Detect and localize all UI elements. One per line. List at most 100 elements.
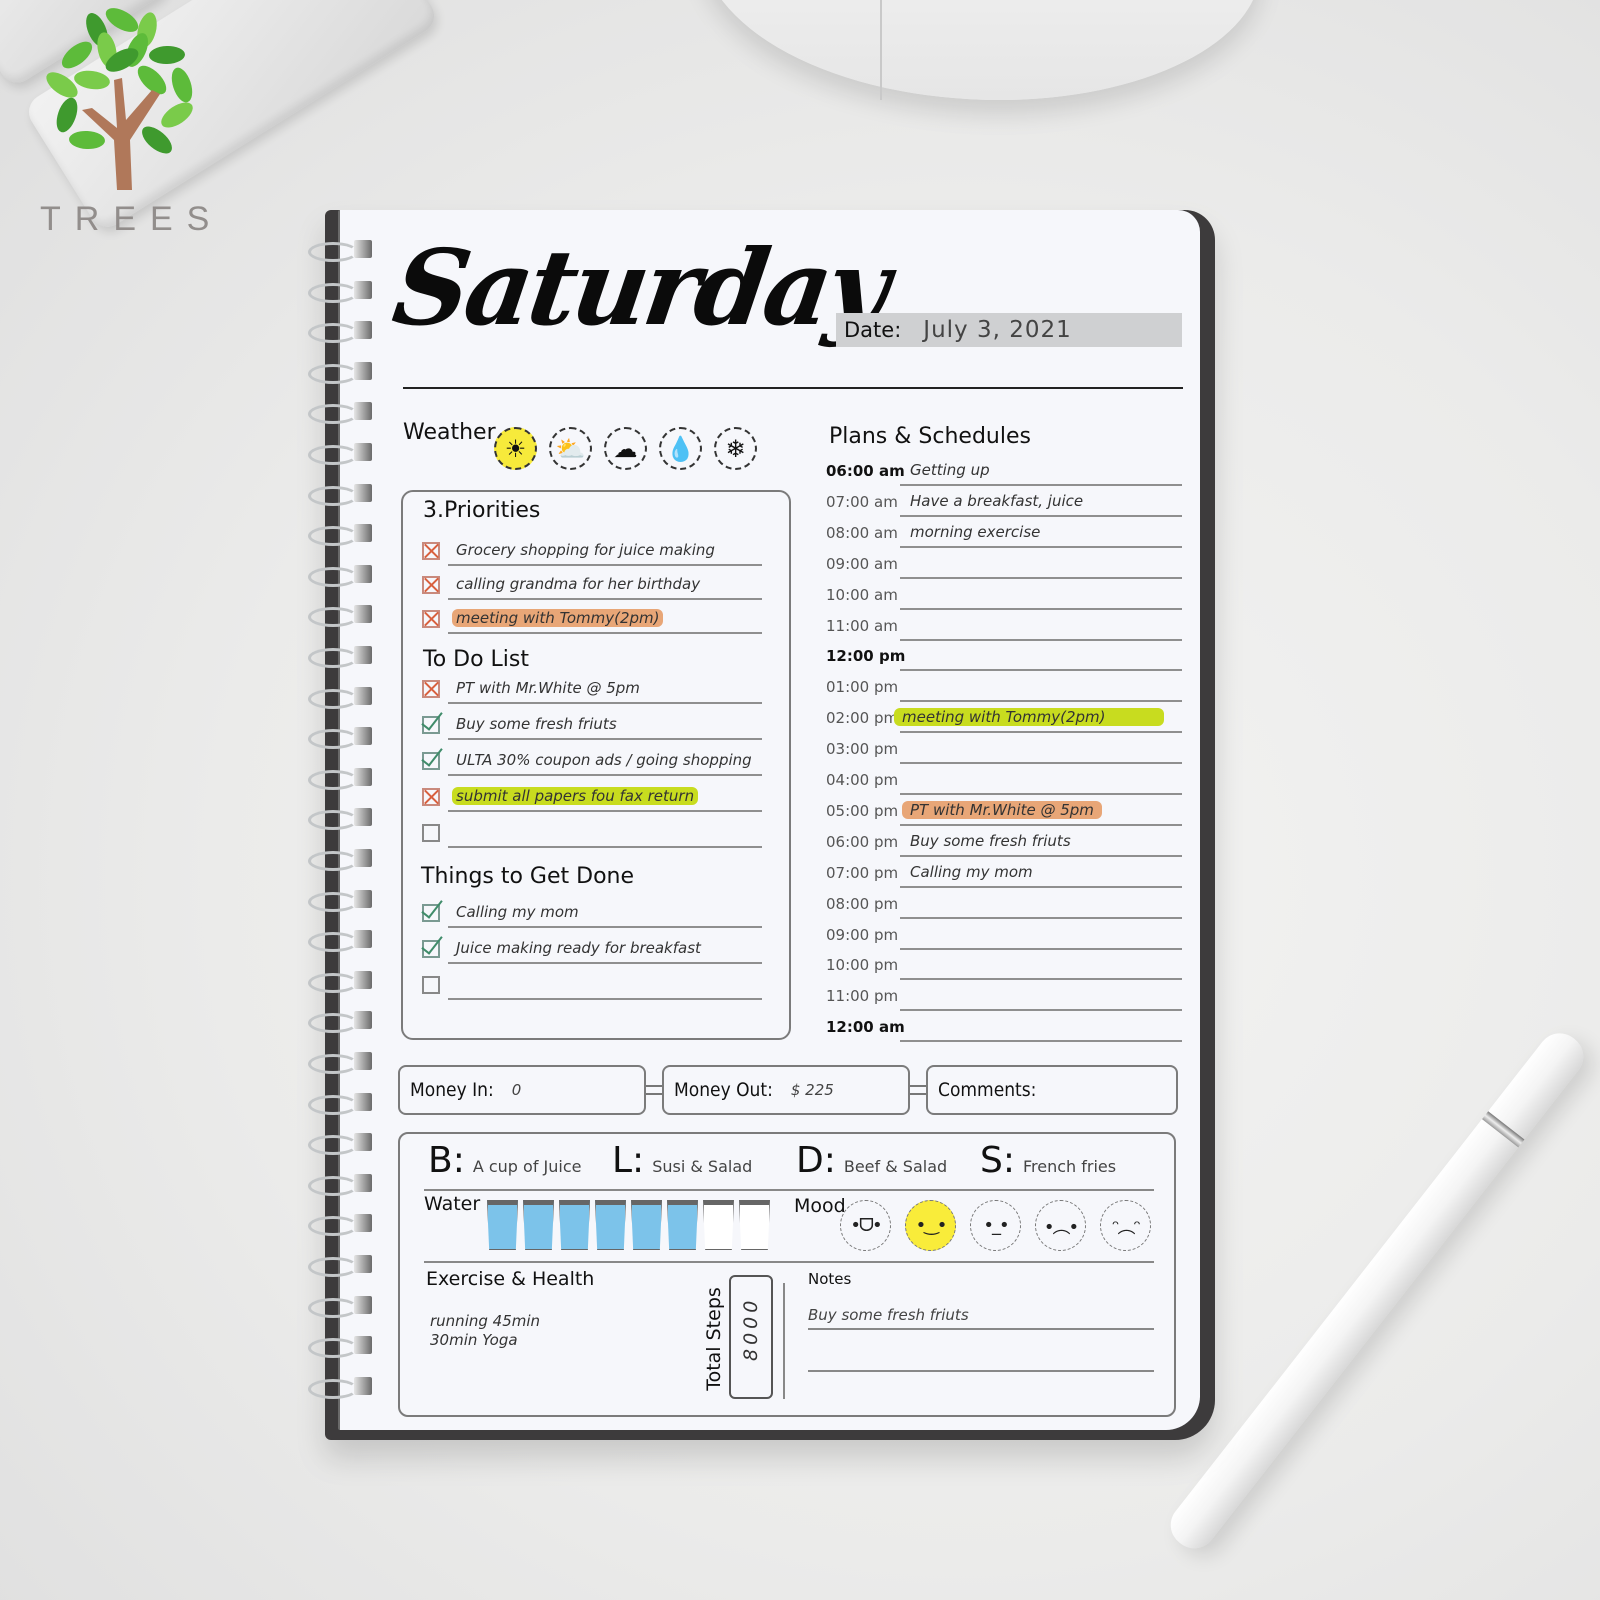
water-label: Water: [424, 1193, 481, 1215]
x-mark-checkbox[interactable]: [422, 576, 440, 594]
schedule-time: 07:00 pm: [826, 863, 899, 882]
checkmark-checkbox[interactable]: [422, 904, 440, 922]
neutral-face-icon[interactable]: •_•: [970, 1200, 1021, 1251]
schedule-row[interactable]: 10:00 am: [826, 582, 1182, 612]
schedule-row[interactable]: 09:00 am: [826, 551, 1182, 581]
money-out-label: Money Out:: [674, 1079, 773, 1101]
todo-item[interactable]: submit all papers fou fax return: [422, 784, 762, 812]
writing-line: [900, 700, 1182, 703]
schedule-time: 03:00 pm: [826, 740, 899, 759]
meal-value: Susi & Salad: [652, 1157, 753, 1176]
things-item[interactable]: [422, 972, 762, 1000]
spiral-ring: [306, 280, 376, 309]
checkmark-checkbox[interactable]: [422, 752, 440, 770]
priorities-item[interactable]: Grocery shopping for juice making: [422, 538, 762, 566]
schedule-row[interactable]: 10:00 pm: [826, 952, 1182, 982]
snowflake-icon[interactable]: ❄: [714, 427, 757, 470]
todo-item[interactable]: Buy some fresh friuts: [422, 712, 762, 740]
writing-line: [448, 564, 762, 566]
writing-line: [900, 607, 1182, 610]
empty-checkbox[interactable]: [422, 976, 440, 994]
writing-line: [900, 1009, 1182, 1012]
water-glass-full-icon[interactable]: [595, 1200, 626, 1250]
things-item[interactable]: Calling my mom: [422, 900, 762, 928]
notes-rule: [808, 1370, 1154, 1372]
schedule-entry: Calling my mom: [910, 862, 1033, 881]
exercise-notes[interactable]: running 45min 30min Yoga: [430, 1312, 540, 1350]
meal-key: D:: [796, 1140, 836, 1181]
item-text: Juice making ready for breakfast: [456, 939, 701, 957]
water-glass-full-icon[interactable]: [559, 1200, 590, 1250]
schedule-time: 12:00 pm: [826, 647, 906, 666]
empty-checkbox[interactable]: [422, 824, 440, 842]
leaf: [149, 45, 185, 65]
todo-item[interactable]: [422, 820, 762, 848]
meal-entry[interactable]: L: Susi & Salad: [612, 1140, 752, 1181]
checkmark-checkbox[interactable]: [422, 716, 440, 734]
x-mark-checkbox[interactable]: [422, 680, 440, 698]
partly-cloudy-icon[interactable]: ⛅: [549, 427, 592, 470]
schedule-row[interactable]: 11:00 pm: [826, 983, 1182, 1013]
money-out-field[interactable]: Money Out: $ 225: [662, 1065, 910, 1115]
spiral-ring: [306, 321, 376, 349]
notes-line[interactable]: Buy some fresh friuts: [808, 1306, 969, 1324]
priorities-item[interactable]: meeting with Tommy(2pm): [422, 606, 762, 634]
rain-drop-icon[interactable]: 💧: [659, 427, 702, 470]
leaf: [74, 70, 110, 90]
writing-line: [900, 484, 1182, 486]
schedule-row[interactable]: 12:00 pm: [826, 643, 1182, 673]
schedule-row[interactable]: 12:00 am: [826, 1014, 1182, 1044]
schedule-row[interactable]: 06:00 pm Buy some fresh friuts: [826, 829, 1182, 859]
spiral-ring: [306, 1295, 376, 1324]
checkmark-checkbox[interactable]: [422, 940, 440, 958]
meal-entry[interactable]: D: Beef & Salad: [796, 1140, 947, 1181]
writing-line: [448, 738, 762, 740]
sad-face-icon[interactable]: •︵•: [1035, 1200, 1086, 1251]
x-mark-checkbox[interactable]: [422, 788, 440, 806]
spiral-binding: [306, 240, 376, 1420]
water-glass-empty-icon[interactable]: [739, 1200, 770, 1250]
schedule-time: 01:00 pm: [826, 678, 899, 697]
todo-item[interactable]: ULTA 30% coupon ads / going shopping: [422, 748, 762, 776]
schedule-time: 08:00 am: [826, 523, 898, 542]
water-glass-empty-icon[interactable]: [703, 1200, 734, 1250]
schedule-row[interactable]: 09:00 pm: [826, 922, 1182, 952]
schedule-row[interactable]: 03:00 pm: [826, 736, 1182, 766]
schedule-row[interactable]: 11:00 am: [826, 613, 1182, 643]
x-mark-checkbox[interactable]: [422, 542, 440, 560]
schedule-row[interactable]: 05:00 pm PT with Mr.White @ 5pm: [826, 798, 1182, 828]
writing-line: [900, 576, 1182, 579]
water-glass-full-icon[interactable]: [631, 1200, 662, 1250]
priorities-item[interactable]: calling grandma for her birthday: [422, 572, 762, 600]
things-title: Things to Get Done: [421, 864, 635, 889]
spiral-ring: [306, 849, 376, 877]
water-glass-full-icon[interactable]: [523, 1200, 554, 1250]
schedule-row[interactable]: 06:00 am Getting up: [826, 458, 1182, 488]
meal-entry[interactable]: B: A cup of Juice: [428, 1140, 582, 1181]
schedule-row[interactable]: 08:00 am morning exercise: [826, 520, 1182, 550]
schedule-row[interactable]: 01:00 pm: [826, 674, 1182, 704]
water-glass-full-icon[interactable]: [667, 1200, 698, 1250]
schedule-row[interactable]: 08:00 pm: [826, 891, 1182, 921]
comments-field[interactable]: Comments:: [926, 1065, 1178, 1115]
angry-face-icon[interactable]: ᵔ︵ᵔ: [1100, 1200, 1151, 1251]
schedule-row[interactable]: 07:00 am Have a breakfast, juice: [826, 489, 1182, 519]
schedule-row[interactable]: 04:00 pm: [826, 767, 1182, 797]
cloud-icon[interactable]: ☁: [604, 427, 647, 470]
schedule-time: 09:00 am: [826, 554, 898, 573]
laughing-face-icon[interactable]: •ᗜ•: [840, 1200, 891, 1251]
meal-entry[interactable]: S: French fries: [980, 1140, 1116, 1181]
things-item[interactable]: Juice making ready for breakfast: [422, 936, 762, 964]
date-field[interactable]: Date: July 3, 2021: [836, 313, 1182, 347]
writing-line: [448, 926, 762, 928]
smiling-face-icon[interactable]: •‿•: [905, 1200, 956, 1251]
schedule-row[interactable]: 07:00 pm Calling my mom: [826, 860, 1182, 890]
money-in-field[interactable]: Money In: 0: [398, 1065, 646, 1115]
sun-icon[interactable]: ☀: [494, 427, 537, 470]
schedule-row[interactable]: 02:00 pm meeting with Tommy(2pm): [826, 705, 1182, 735]
x-mark-checkbox[interactable]: [422, 610, 440, 628]
writing-line: [900, 854, 1182, 857]
water-glass-full-icon[interactable]: [487, 1200, 518, 1250]
spiral-ring: [306, 240, 376, 268]
todo-item[interactable]: PT with Mr.White @ 5pm: [422, 676, 762, 704]
